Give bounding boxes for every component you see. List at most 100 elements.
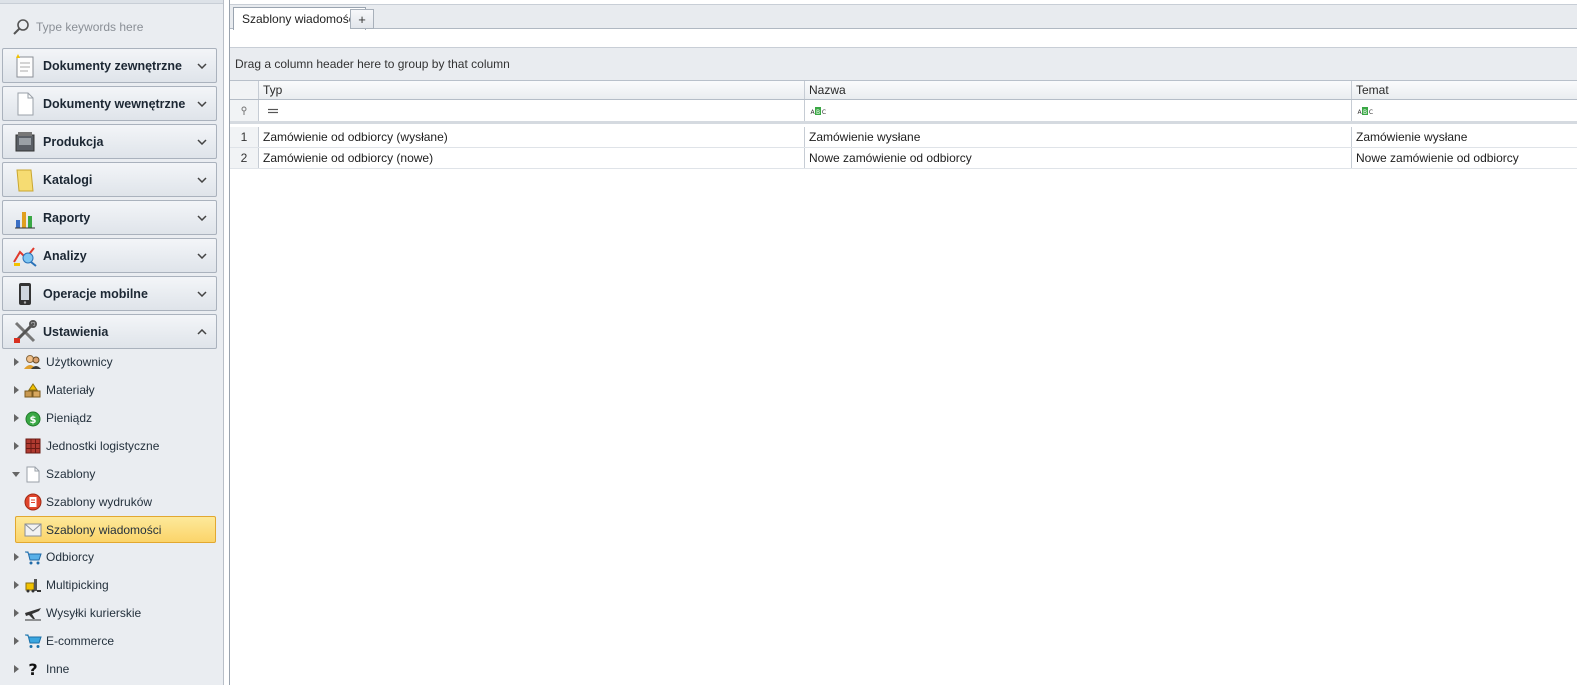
grid-header-row: Typ Nazwa Temat	[230, 81, 1577, 100]
nav-group-reports[interactable]: Raporty	[2, 200, 217, 235]
column-header-nazwa[interactable]: Nazwa	[805, 81, 1352, 99]
text-filter-abc-icon[interactable]: ABC	[1357, 106, 1375, 116]
nav-group-settings[interactable]: Ustawienia	[2, 314, 217, 349]
search-box	[0, 12, 223, 42]
column-header-typ[interactable]: Typ	[259, 81, 805, 99]
production-icon	[11, 128, 39, 156]
cart-icon	[24, 632, 42, 650]
cell-typ[interactable]: Zamówienie od odbiorcy (wysłane)	[259, 127, 805, 147]
tree-item-label: Odbiorcy	[46, 550, 95, 564]
message-templates-icon	[24, 521, 42, 539]
filter-cell-nazwa[interactable]: ABC	[805, 100, 1352, 121]
expand-arrow-icon[interactable]	[10, 442, 22, 450]
tree-item-label: Szablony	[46, 467, 96, 481]
analysis-icon	[11, 242, 39, 270]
tree-item-label: E-commerce	[46, 634, 115, 648]
filter-pin-icon	[230, 100, 259, 121]
tree-item-label: Szablony wiadomości	[46, 522, 162, 537]
tree-item-logistics-units[interactable]: Jednostki logistyczne	[10, 433, 216, 459]
chevron-down-icon	[190, 290, 214, 297]
svg-text:C: C	[1369, 109, 1373, 116]
expand-arrow-icon[interactable]	[10, 609, 22, 617]
nav-group-internal-documents[interactable]: Dokumenty wewnętrzne	[2, 86, 217, 121]
nav-group-analysis[interactable]: Analizy	[2, 238, 217, 273]
tree-item-recipients[interactable]: Odbiorcy	[10, 544, 216, 570]
external-documents-icon	[11, 52, 39, 80]
tree-item-courier-shipments[interactable]: Wysyłki kurierskie	[10, 600, 216, 626]
templates-icon	[24, 465, 42, 483]
chevron-down-icon	[190, 214, 214, 221]
tree-item-print-templates[interactable]: Szablony wydruków	[22, 489, 223, 515]
sidebar-top-border	[0, 0, 223, 4]
svg-text:?: ?	[28, 660, 37, 678]
tree-item-other[interactable]: ? Inne	[10, 656, 216, 682]
nav-group-label: Dokumenty wewnętrzne	[43, 96, 186, 111]
chevron-down-icon	[190, 138, 214, 145]
svg-text:B: B	[816, 109, 820, 116]
tab-label: Szablony wiadomości	[242, 12, 358, 26]
recipients-icon	[24, 548, 42, 566]
expand-arrow-icon[interactable]	[10, 414, 22, 422]
grid-filter-row: ABC ABC	[230, 100, 1577, 124]
cell-nazwa[interactable]: Zamówienie wysłane	[805, 127, 1352, 147]
nav-group-label: Analizy	[43, 248, 87, 263]
nav-group-mobile-operations[interactable]: Operacje mobilne	[2, 276, 217, 311]
nav-group-catalogs[interactable]: Katalogi	[2, 162, 217, 197]
text-filter-abc-icon[interactable]: ABC	[810, 106, 828, 116]
tree-item-ecommerce[interactable]: E-commerce	[10, 628, 216, 654]
chevron-up-icon	[190, 328, 214, 335]
logistics-units-icon	[24, 437, 42, 455]
nav-group-label: Raporty	[43, 210, 91, 225]
money-icon: $	[24, 409, 42, 427]
expand-arrow-icon[interactable]	[10, 637, 22, 645]
nav-group-label: Katalogi	[43, 172, 93, 187]
main-content: Szablony wiadomości + Drag a column head…	[229, 0, 1577, 685]
navigation-sidebar: Dokumenty zewnętrzne Dokumenty wewnętrzn…	[0, 0, 224, 685]
filter-cell-typ[interactable]	[259, 100, 805, 121]
question-icon: ?	[24, 660, 42, 678]
mobile-icon	[11, 280, 39, 308]
tree-item-message-templates[interactable]: Szablony wiadomości	[15, 516, 216, 543]
nav-group-external-documents[interactable]: Dokumenty zewnętrzne	[2, 48, 217, 83]
expand-arrow-icon[interactable]	[10, 553, 22, 561]
column-header-temat[interactable]: Temat	[1352, 81, 1577, 99]
expand-arrow-icon[interactable]	[10, 665, 22, 673]
materials-icon	[24, 381, 42, 399]
table-row[interactable]: 1 Zamówienie od odbiorcy (wysłane) Zamów…	[230, 127, 1577, 148]
svg-text:B: B	[1363, 109, 1367, 116]
expand-arrow-icon[interactable]	[10, 581, 22, 589]
cell-nazwa[interactable]: Nowe zamówienie od odbiorcy	[805, 148, 1352, 168]
group-by-panel[interactable]: Drag a column header here to group by th…	[230, 47, 1577, 81]
tab-message-templates[interactable]: Szablony wiadomości	[233, 7, 367, 30]
chevron-down-icon	[190, 100, 214, 107]
nav-group-production[interactable]: Produkcja	[2, 124, 217, 159]
expand-arrow-icon[interactable]	[10, 358, 22, 366]
reports-icon	[11, 204, 39, 232]
table-row[interactable]: 2 Zamówienie od odbiorcy (nowe) Nowe zam…	[230, 148, 1577, 169]
tree-item-users[interactable]: Użytkownicy	[10, 349, 216, 375]
collapse-arrow-icon[interactable]	[10, 471, 22, 477]
column-header-label: Temat	[1356, 83, 1389, 97]
expand-arrow-icon[interactable]	[10, 386, 22, 394]
cell-temat[interactable]: Zamówienie wysłane	[1352, 127, 1577, 147]
tree-item-multipicking[interactable]: Multipicking	[10, 572, 216, 598]
equals-operator-icon[interactable]	[266, 106, 280, 116]
tree-item-label: Inne	[46, 662, 70, 676]
tree-item-materials[interactable]: Materiały	[10, 377, 216, 403]
add-tab-button[interactable]: +	[350, 9, 374, 29]
cell-typ[interactable]: Zamówienie od odbiorcy (nowe)	[259, 148, 805, 168]
nav-group-label: Dokumenty zewnętrzne	[43, 58, 182, 73]
multipicking-icon	[24, 576, 42, 594]
filter-cell-temat[interactable]: ABC	[1352, 100, 1577, 121]
row-number: 2	[230, 148, 259, 168]
svg-text:C: C	[822, 109, 826, 116]
nav-group-label: Ustawienia	[43, 324, 109, 339]
courier-icon	[24, 604, 42, 622]
tree-item-money[interactable]: $ Pieniądz	[10, 405, 216, 431]
users-icon	[24, 353, 42, 371]
svg-text:A: A	[810, 109, 815, 116]
cell-temat[interactable]: Nowe zamówienie od odbiorcy	[1352, 148, 1577, 168]
tree-item-templates[interactable]: Szablony	[10, 461, 216, 487]
search-input[interactable]	[36, 20, 206, 34]
nav-group-label: Produkcja	[43, 134, 104, 149]
